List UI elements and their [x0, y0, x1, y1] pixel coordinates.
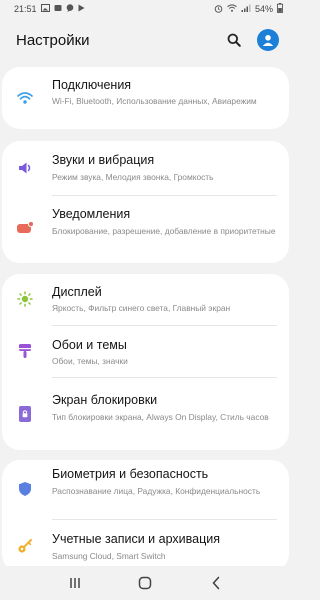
settings-item-subtitle: Яркость, Фильтр синего света, Главный эк… — [52, 303, 231, 313]
alarm-icon — [214, 4, 223, 15]
wifi-icon — [227, 4, 237, 14]
settings-item-title: Обои и темы — [52, 338, 127, 352]
play-icon — [78, 4, 85, 14]
settings-card: Подключения Wi-Fi, Bluetooth, Использова… — [2, 67, 289, 129]
back-icon — [212, 576, 220, 590]
status-bar: 21:51 54% — [0, 0, 291, 18]
header-actions — [225, 29, 279, 51]
settings-item-sounds[interactable]: Звуки и вибрация Режим звука, Мелодия зв… — [2, 141, 289, 196]
account-button[interactable] — [257, 29, 279, 51]
search-icon — [227, 33, 241, 47]
search-button[interactable] — [225, 31, 243, 49]
settings-item-subtitle: Samsung Cloud, Smart Switch — [52, 551, 166, 561]
brightness-icon — [16, 290, 34, 308]
settings-item-connections[interactable]: Подключения Wi-Fi, Bluetooth, Использова… — [2, 67, 289, 129]
settings-item-title: Уведомления — [52, 207, 131, 221]
settings-item-subtitle: Тип блокировки экрана, Always On Display… — [52, 412, 269, 422]
status-time: 21:51 — [14, 4, 37, 14]
settings-item-subtitle: Режим звука, Мелодия звонка, Громкость — [52, 172, 214, 182]
shield-icon — [16, 480, 34, 498]
settings-item-title: Подключения — [52, 78, 132, 92]
signal-icon — [241, 4, 251, 14]
gallery-icon — [40, 4, 50, 14]
header: Настройки — [0, 18, 291, 62]
notification-badge-icon — [16, 219, 34, 237]
notification-icon — [54, 4, 62, 14]
brush-icon — [16, 342, 34, 360]
settings-card: Биометрия и безопасность Распознавание л… — [2, 460, 289, 572]
settings-item-subtitle: Распознавание лица, Радужка, Конфиденциа… — [52, 486, 261, 496]
settings-item-biometrics[interactable]: Биометрия и безопасность Распознавание л… — [2, 460, 289, 519]
lock-screen-icon — [16, 405, 34, 423]
settings-card: Звуки и вибрация Режим звука, Мелодия зв… — [2, 141, 289, 263]
status-bar-right: 54% — [214, 3, 283, 15]
settings-item-display[interactable]: Дисплей Яркость, Фильтр синего света, Гл… — [2, 274, 289, 326]
home-button[interactable] — [131, 569, 159, 597]
wifi-icon — [16, 89, 34, 107]
settings-item-notifications[interactable]: Уведомления Блокирование, разрешение, до… — [2, 196, 289, 263]
settings-item-title: Дисплей — [52, 285, 102, 299]
volume-icon — [16, 159, 34, 177]
settings-item-wallpapers[interactable]: Обои и темы Обои, темы, значки — [2, 326, 289, 377]
settings-item-title: Экран блокировки — [52, 393, 158, 407]
settings-item-subtitle: Блокирование, разрешение, добавление в п… — [52, 226, 276, 236]
recent-apps-button[interactable] — [61, 569, 89, 597]
battery-icon — [277, 3, 283, 15]
settings-item-subtitle: Обои, темы, значки — [52, 356, 128, 366]
back-button[interactable] — [202, 569, 230, 597]
chat-icon — [66, 4, 74, 14]
settings-item-title: Биометрия и безопасность — [52, 467, 209, 481]
account-icon — [262, 35, 274, 46]
key-icon — [16, 537, 34, 555]
status-bar-left: 21:51 — [14, 4, 85, 14]
battery-level: 54% — [254, 4, 273, 14]
page-title: Настройки — [16, 31, 90, 49]
settings-card: Дисплей Яркость, Фильтр синего света, Гл… — [2, 274, 289, 450]
navigation-bar — [0, 566, 291, 600]
settings-item-title: Учетные записи и архивация — [52, 532, 220, 546]
settings-item-lock-screen[interactable]: Экран блокировки Тип блокировки экрана, … — [2, 378, 289, 450]
home-icon — [139, 576, 152, 590]
recent-apps-icon — [70, 578, 80, 588]
settings-item-title: Звуки и вибрация — [52, 153, 155, 167]
settings-item-accounts[interactable]: Учетные записи и архивация Samsung Cloud… — [2, 520, 289, 572]
settings-item-subtitle: Wi-Fi, Bluetooth, Использование данных, … — [52, 96, 257, 106]
